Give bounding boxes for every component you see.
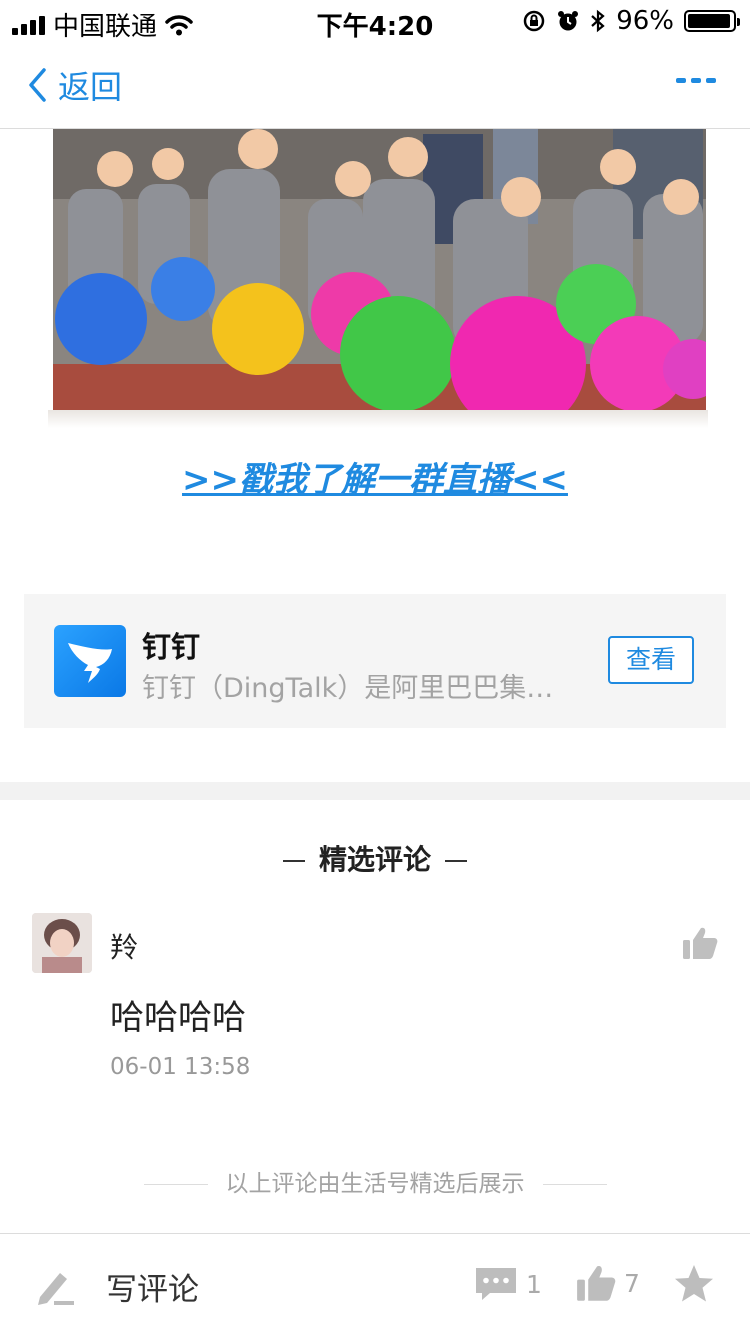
like-count: 7 bbox=[624, 1268, 640, 1298]
heading-dash-right bbox=[445, 860, 467, 862]
note-line-right bbox=[542, 1184, 607, 1185]
comment-count: 1 bbox=[526, 1269, 542, 1299]
comment-bubble-icon bbox=[476, 1268, 516, 1300]
write-comment-label: 写评论 bbox=[106, 1272, 199, 1308]
comment-time: 06-01 13:58 bbox=[110, 1054, 251, 1080]
battery-percent: 96% bbox=[616, 6, 674, 36]
comments-footer-note: 以上评论由生活号精选后展示 bbox=[0, 1164, 750, 1198]
rotation-lock-icon bbox=[523, 10, 545, 32]
back-label: 返回 bbox=[58, 68, 123, 106]
thumbs-up-icon bbox=[683, 927, 718, 959]
back-button[interactable]: 返回 bbox=[26, 62, 122, 108]
star-icon bbox=[675, 1265, 713, 1302]
bluetooth-icon bbox=[591, 9, 605, 33]
status-right: 96% bbox=[522, 6, 740, 36]
thumbs-up-icon bbox=[577, 1266, 616, 1301]
featured-comments-title: 精选评论 bbox=[318, 843, 431, 876]
heading-dash-left bbox=[282, 860, 305, 862]
featured-comments-heading: 精选评论 bbox=[0, 838, 750, 878]
section-divider bbox=[0, 782, 750, 800]
write-comment-button[interactable]: 写评论 bbox=[34, 1264, 199, 1309]
app-name: 钉钉 bbox=[142, 630, 201, 664]
app-card[interactable]: 钉钉 钉钉（DingTalk）是阿里巴巴集… 查看 bbox=[24, 594, 726, 728]
avatar[interactable] bbox=[32, 913, 92, 973]
pencil-icon bbox=[38, 1272, 74, 1305]
dingtalk-app-icon bbox=[54, 625, 126, 697]
app-description: 钉钉（DingTalk）是阿里巴巴集… bbox=[142, 673, 554, 704]
bottom-bar: 写评论 1 7 bbox=[0, 1233, 750, 1335]
comments-button[interactable]: 1 bbox=[474, 1266, 542, 1302]
note-line-left bbox=[143, 1184, 208, 1185]
favorite-button[interactable] bbox=[673, 1264, 715, 1304]
chevron-left-icon bbox=[29, 68, 46, 102]
article-photo bbox=[53, 129, 706, 413]
view-app-button[interactable]: 查看 bbox=[608, 636, 694, 684]
status-bar: 中国联通 下午4:20 96% bbox=[0, 0, 750, 42]
live-link[interactable]: >>戳我了解一群直播<< bbox=[0, 452, 750, 501]
more-dots-icon[interactable] bbox=[676, 78, 716, 83]
nav-bar: 返回 bbox=[0, 42, 750, 129]
like-button[interactable]: 7 bbox=[576, 1264, 640, 1302]
comment-username[interactable]: 羚 bbox=[110, 926, 138, 966]
photo-fade bbox=[48, 410, 708, 428]
comment-like-button[interactable] bbox=[682, 926, 718, 964]
alarm-icon bbox=[558, 11, 579, 31]
comment-text: 哈哈哈哈 bbox=[110, 998, 246, 1038]
battery-icon bbox=[684, 10, 740, 32]
footer-note-text: 以上评论由生活号精选后展示 bbox=[225, 1171, 525, 1197]
